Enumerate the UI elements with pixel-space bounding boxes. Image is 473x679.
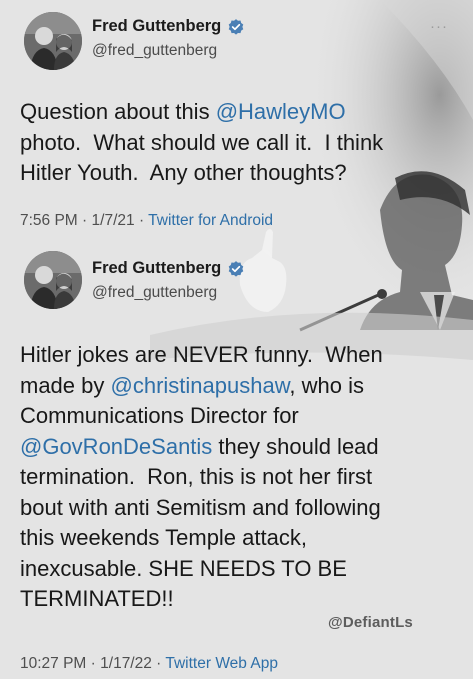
tweet-date[interactable]: 1/17/22 <box>100 655 152 672</box>
verified-badge-icon <box>228 260 244 277</box>
separator-dot: · <box>90 655 101 672</box>
tweet-time[interactable]: 10:27 PM <box>20 655 86 672</box>
verified-badge-icon <box>228 18 244 35</box>
separator-dot: · <box>156 655 166 672</box>
mention-link[interactable]: @GovRonDeSantis <box>20 434 212 459</box>
separator-dot: · <box>138 212 149 229</box>
tweet-text: Hitler jokes are NEVER funny. When made … <box>20 340 460 615</box>
mention-link[interactable]: @christinapushaw <box>111 373 290 398</box>
display-name[interactable]: Fred Guttenberg <box>92 17 221 36</box>
tweet-text-segment: photo. What should we call it. I think H… <box>20 129 384 186</box>
avatar-photo <box>24 251 82 309</box>
tweet-text: Question about this @HawleyMO photo. Wha… <box>20 97 460 189</box>
avatar-photo <box>24 12 82 70</box>
tweet-meta: 7:56 PM · 1/7/21 · Twitter for Android <box>20 212 273 230</box>
tweet-date[interactable]: 1/7/21 <box>92 212 135 229</box>
avatar[interactable] <box>24 251 82 309</box>
separator-dot: · <box>82 212 92 229</box>
display-name[interactable]: Fred Guttenberg <box>92 259 221 278</box>
handle[interactable]: @fred_guttenberg <box>92 284 217 302</box>
more-options-icon[interactable]: ··· <box>430 18 448 35</box>
tweet-text-segment: they should lead termination. Ron, this … <box>20 433 381 612</box>
tweet-source[interactable]: Twitter Web App <box>165 655 278 672</box>
tweet-meta: 10:27 PM · 1/17/22 · Twitter Web App <box>20 655 278 673</box>
tweet-text-segment: Question about this <box>20 99 216 124</box>
tweet-source[interactable]: Twitter for Android <box>148 212 273 229</box>
avatar[interactable] <box>24 12 82 70</box>
watermark: @DefiantLs <box>328 614 413 631</box>
tweet-time[interactable]: 7:56 PM <box>20 212 78 229</box>
mention-link[interactable]: @HawleyMO <box>216 99 346 124</box>
handle[interactable]: @fred_guttenberg <box>92 42 217 60</box>
